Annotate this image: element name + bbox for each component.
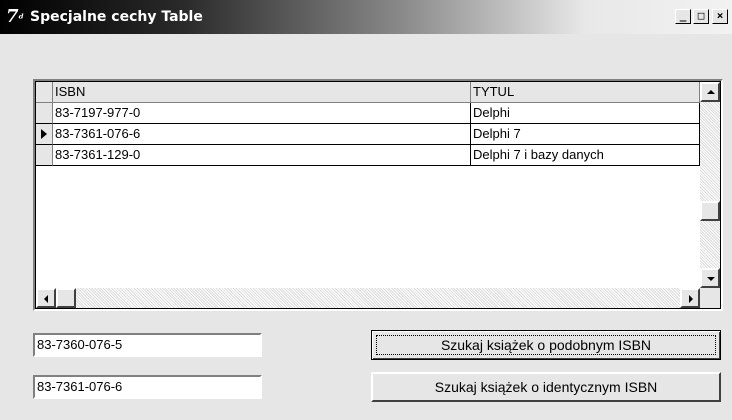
- table-row-selected[interactable]: 83-7361-076-6 Delphi 7: [36, 124, 700, 145]
- similar-isbn-input[interactable]: 83-7360-076-5: [33, 333, 262, 357]
- cell-title[interactable]: Delphi 7: [471, 124, 700, 145]
- scrollbar-corner: [700, 288, 720, 308]
- table-row[interactable]: 83-7197-977-0 Delphi: [36, 103, 700, 124]
- vertical-scroll-thumb[interactable]: [700, 201, 720, 221]
- cell-isbn[interactable]: 83-7361-076-6: [53, 124, 471, 145]
- row-indicator[interactable]: [36, 103, 53, 124]
- books-grid[interactable]: ISBN TYTUL 83-7197-977-0 Delphi 83-7361-…: [33, 79, 723, 311]
- cell-isbn[interactable]: 83-7197-977-0: [53, 103, 471, 124]
- window-title: Specjalne cechy Table: [30, 9, 203, 25]
- header-indicator: [36, 82, 53, 103]
- current-row-arrow-icon: [41, 129, 47, 139]
- maximize-button[interactable]: □: [693, 9, 709, 24]
- scroll-left-button[interactable]: [36, 288, 56, 308]
- cell-title[interactable]: Delphi 7 i bazy danych: [471, 145, 700, 166]
- cell-title[interactable]: Delphi: [471, 103, 700, 124]
- vertical-scrollbar[interactable]: [700, 82, 720, 288]
- arrow-right-icon: [689, 295, 693, 303]
- close-button[interactable]: ×: [712, 9, 728, 24]
- grid-body: ISBN TYTUL 83-7197-977-0 Delphi 83-7361-…: [35, 81, 721, 309]
- horizontal-scrollbar[interactable]: [36, 288, 700, 308]
- find-similar-isbn-label: Szukaj książek o podobnym ISBN: [376, 335, 716, 355]
- row-indicator[interactable]: [36, 145, 53, 166]
- scroll-up-button[interactable]: [700, 82, 720, 102]
- horizontal-scroll-thumb[interactable]: [56, 288, 76, 308]
- find-identical-isbn-button[interactable]: Szukaj książek o identycznym ISBN: [371, 372, 721, 402]
- cell-isbn[interactable]: 83-7361-129-0: [53, 145, 471, 166]
- column-header-title[interactable]: TYTUL: [471, 82, 700, 103]
- find-similar-isbn-button[interactable]: Szukaj książek o podobnym ISBN: [371, 330, 721, 360]
- scroll-down-button[interactable]: [700, 268, 720, 288]
- row-indicator[interactable]: [36, 124, 53, 145]
- grid-header-row: ISBN TYTUL: [36, 82, 700, 103]
- minimize-button[interactable]: _: [675, 9, 691, 24]
- table-row[interactable]: 83-7361-129-0 Delphi 7 i bazy danych: [36, 145, 700, 166]
- identical-isbn-input[interactable]: 83-7361-076-6: [33, 375, 262, 399]
- scroll-right-button[interactable]: [680, 288, 700, 308]
- app-icon: 7ᵈ: [6, 6, 25, 27]
- column-header-isbn[interactable]: ISBN: [53, 82, 471, 103]
- arrow-down-icon: [707, 277, 715, 281]
- arrow-left-icon: [44, 295, 48, 303]
- title-bar[interactable]: 7ᵈ Specjalne cechy Table _ □ ×: [0, 0, 732, 34]
- arrow-up-icon: [707, 90, 715, 94]
